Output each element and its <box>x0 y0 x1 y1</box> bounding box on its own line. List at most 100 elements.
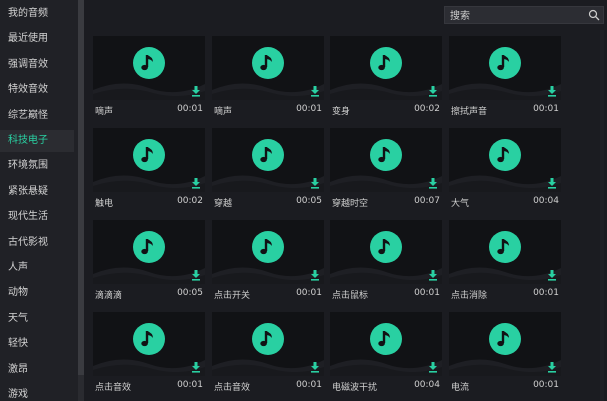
sound-duration: 00:05 <box>296 196 322 206</box>
sound-card[interactable]: 穿越时空 00:07 <box>330 128 442 212</box>
sound-card[interactable]: 点击消除 00:01 <box>449 220 561 304</box>
download-icon[interactable] <box>191 270 201 281</box>
download-icon[interactable] <box>428 362 438 373</box>
sound-card[interactable]: 触电 00:02 <box>93 128 205 212</box>
sidebar-item[interactable]: 最近使用 <box>0 28 74 50</box>
sidebar-item[interactable]: 古代影视 <box>0 232 74 254</box>
sound-duration: 00:01 <box>533 380 559 390</box>
sound-name: 穿越时空 <box>332 199 369 209</box>
music-note-icon <box>133 231 165 263</box>
download-icon[interactable] <box>310 86 320 97</box>
music-note-icon <box>370 323 402 355</box>
sound-name: 嘀声 <box>214 107 233 117</box>
grid-scrollbar[interactable] <box>600 30 604 401</box>
sound-card[interactable]: 穿越 00:05 <box>212 128 324 212</box>
sound-card[interactable]: 大气 00:04 <box>449 128 561 212</box>
sidebar-item[interactable]: 激昂 <box>0 359 74 381</box>
download-icon[interactable] <box>310 178 320 189</box>
sound-card[interactable]: 点击开关 00:01 <box>212 220 324 304</box>
sound-card[interactable]: 点击鼠标 00:01 <box>330 220 442 304</box>
music-note-icon <box>252 323 284 355</box>
sound-name: 滴滴滴 <box>95 291 123 301</box>
sound-thumbnail[interactable] <box>330 220 442 284</box>
sound-duration: 00:04 <box>533 196 559 206</box>
music-note-icon <box>252 139 284 171</box>
sidebar-scrollbar-thumb[interactable] <box>78 0 84 375</box>
sidebar-item[interactable]: 综艺巅怪 <box>0 105 74 127</box>
sidebar-item[interactable]: 环境氛围 <box>0 155 74 177</box>
search-input[interactable] <box>445 7 592 25</box>
sound-duration: 00:01 <box>296 380 322 390</box>
sound-duration: 00:01 <box>533 288 559 298</box>
download-icon[interactable] <box>547 362 557 373</box>
sidebar-item[interactable]: 紧张悬疑 <box>0 181 74 203</box>
download-icon[interactable] <box>547 178 557 189</box>
sound-card[interactable]: 电流 00:01 <box>449 312 561 396</box>
music-note-icon <box>133 323 165 355</box>
sound-card[interactable]: 嘀声 00:01 <box>93 36 205 120</box>
sidebar-item[interactable]: 强调音效 <box>0 54 74 76</box>
music-note-icon <box>252 231 284 263</box>
sound-card[interactable]: 嘀声 00:01 <box>212 36 324 120</box>
download-icon[interactable] <box>191 86 201 97</box>
sound-card[interactable]: 变身 00:02 <box>330 36 442 120</box>
sound-card[interactable]: 滴滴滴 00:05 <box>93 220 205 304</box>
sound-thumbnail[interactable] <box>330 128 442 192</box>
sound-thumbnail[interactable] <box>93 36 205 100</box>
sound-thumbnail[interactable] <box>212 36 324 100</box>
sound-name: 点击开关 <box>214 291 251 301</box>
sidebar-item[interactable]: 动物 <box>0 282 74 304</box>
sidebar-item[interactable]: 我的音频 <box>0 3 74 25</box>
sidebar-item[interactable]: 轻快 <box>0 333 74 355</box>
sound-duration: 00:01 <box>414 288 440 298</box>
download-icon[interactable] <box>191 362 201 373</box>
search-icon[interactable] <box>588 9 600 21</box>
download-icon[interactable] <box>191 178 201 189</box>
download-icon[interactable] <box>547 86 557 97</box>
sound-thumbnail[interactable] <box>93 128 205 192</box>
sound-thumbnail[interactable] <box>212 128 324 192</box>
sound-thumbnail[interactable] <box>212 220 324 284</box>
search-box[interactable] <box>444 6 604 25</box>
sound-thumbnail[interactable] <box>93 312 205 376</box>
sidebar-item[interactable]: 人声 <box>0 257 74 279</box>
download-icon[interactable] <box>310 270 320 281</box>
sidebar-item[interactable]: 科技电子 <box>0 130 74 152</box>
music-note-icon <box>133 47 165 79</box>
sound-thumbnail[interactable] <box>212 312 324 376</box>
download-icon[interactable] <box>428 86 438 97</box>
sound-card[interactable]: 点击音效 00:01 <box>93 312 205 396</box>
sound-thumbnail[interactable] <box>330 312 442 376</box>
sidebar-item[interactable]: 现代生活 <box>0 206 74 228</box>
category-sidebar: 我的音频最近使用强调音效特效音效综艺巅怪科技电子环境氛围紧张悬疑现代生活古代影视… <box>0 0 78 401</box>
sound-thumbnail[interactable] <box>330 36 442 100</box>
download-icon[interactable] <box>310 362 320 373</box>
sound-card[interactable]: 点击音效 00:01 <box>212 312 324 396</box>
sound-thumbnail[interactable] <box>449 312 561 376</box>
sidebar-item[interactable]: 游戏 <box>0 384 74 401</box>
sound-thumbnail[interactable] <box>93 220 205 284</box>
sidebar-item[interactable]: 天气 <box>0 308 74 330</box>
sound-duration: 00:04 <box>414 380 440 390</box>
sound-name: 擦拭声音 <box>451 107 488 117</box>
download-icon[interactable] <box>547 270 557 281</box>
music-note-icon <box>370 139 402 171</box>
sound-duration: 00:01 <box>296 104 322 114</box>
sound-duration: 00:02 <box>177 196 203 206</box>
sound-name: 嘀声 <box>95 107 114 117</box>
sound-name: 电流 <box>451 383 470 393</box>
sidebar-item[interactable]: 特效音效 <box>0 79 74 101</box>
download-icon[interactable] <box>428 270 438 281</box>
sound-duration: 00:01 <box>177 104 203 114</box>
sound-card[interactable]: 擦拭声音 00:01 <box>449 36 561 120</box>
download-icon[interactable] <box>428 178 438 189</box>
sound-duration: 00:01 <box>296 288 322 298</box>
sound-card[interactable]: 电磁波干扰 00:04 <box>330 312 442 396</box>
sound-name: 变身 <box>332 107 351 117</box>
sound-duration: 00:01 <box>533 104 559 114</box>
sound-thumbnail[interactable] <box>449 36 561 100</box>
sound-duration: 00:07 <box>414 196 440 206</box>
sound-thumbnail[interactable] <box>449 128 561 192</box>
sound-name: 点击消除 <box>451 291 488 301</box>
sound-thumbnail[interactable] <box>449 220 561 284</box>
